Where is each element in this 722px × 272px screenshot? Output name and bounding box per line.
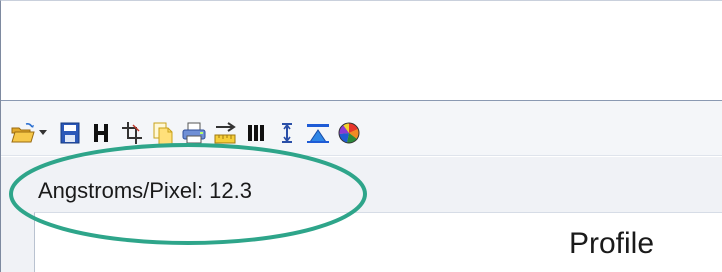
open-folder-icon — [11, 123, 35, 143]
copy-button[interactable] — [149, 119, 177, 147]
crop-tool-icon — [122, 122, 142, 144]
open-folder-button[interactable] — [9, 119, 37, 147]
bars-icon — [248, 125, 264, 141]
crop-button[interactable] — [118, 119, 146, 147]
color-wheel-button[interactable] — [335, 119, 363, 147]
panel-gutter — [1, 212, 34, 272]
angstroms-per-pixel-readout: Angstroms/Pixel: 12.3 — [38, 178, 252, 203]
save-button[interactable] — [56, 119, 84, 147]
save-disk-icon — [60, 122, 80, 144]
toolbar-button-row — [9, 118, 366, 148]
vertical-measure-button[interactable] — [273, 119, 301, 147]
print-icon — [182, 122, 206, 144]
color-wheel-icon — [338, 122, 360, 144]
bars-button[interactable] — [242, 119, 270, 147]
open-dropdown-button[interactable] — [36, 119, 50, 147]
triangle-filter-button[interactable] — [304, 119, 332, 147]
triangle-filter-icon — [307, 124, 329, 143]
toolbar — [1, 101, 722, 156]
vertical-measure-icon — [282, 123, 292, 143]
h-icon — [94, 124, 108, 142]
window-top-area — [1, 1, 722, 101]
h-button[interactable] — [87, 119, 115, 147]
profile-panel-title: Profile — [569, 227, 655, 260]
copy-document-icon — [153, 122, 173, 145]
print-button[interactable] — [180, 119, 208, 147]
ruler-scale-icon — [214, 122, 236, 144]
scale-button[interactable] — [211, 119, 239, 147]
dropdown-arrow-icon — [39, 130, 47, 135]
